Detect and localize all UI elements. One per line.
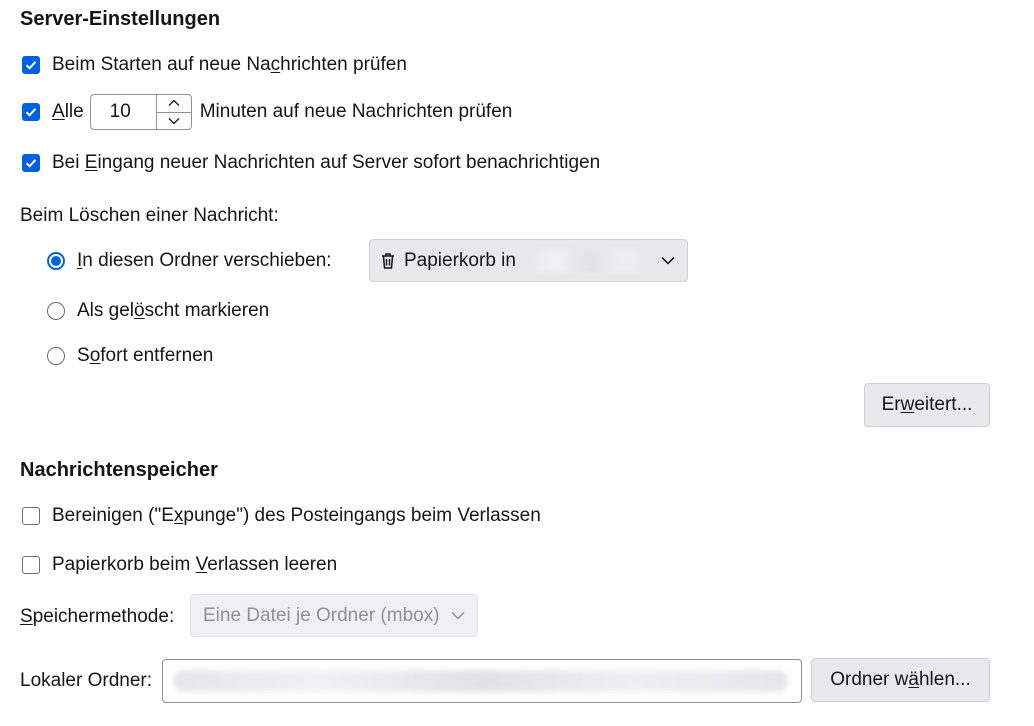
delete-action-label: Beim Löschen einer Nachricht:: [20, 205, 279, 226]
stepper-up-button[interactable]: [157, 95, 191, 112]
trash-folder-label: Papierkorb in: [404, 249, 516, 271]
local-folder-label: Lokaler Ordner:: [20, 670, 153, 691]
radio-remove-immediately[interactable]: Sofort entfernen: [47, 345, 213, 367]
radio-move-to-folder[interactable]: In diesen Ordner verschieben:: [47, 250, 332, 272]
notify-label: Bei Eingang neuer Nachrichten auf Server…: [52, 152, 601, 173]
advanced-button-label: Erweitert...: [881, 394, 973, 415]
checkmark-icon: [25, 159, 37, 168]
trash-icon: [382, 252, 394, 269]
radio-remove-label: Sofort entfernen: [77, 345, 214, 366]
stepper-down-button[interactable]: [156, 111, 191, 130]
storage-method-label: Speichermethode:: [20, 606, 175, 627]
empty-trash-row[interactable]: Papierkorb beim Verlassen leeren: [22, 554, 337, 576]
check-every-suffix: Minuten auf neue Nachrichten prüfen: [199, 101, 513, 122]
message-storage-heading: Nachrichtenspeicher: [20, 459, 218, 481]
checkmark-icon: [25, 61, 37, 70]
check-every-label[interactable]: Alle: [52, 101, 84, 123]
trash-folder-select[interactable]: Papierkorb in: [369, 239, 688, 282]
chevron-down-icon: [451, 611, 465, 620]
server-settings-heading: Server-Einstellungen: [20, 8, 221, 30]
check-every-row: Alle 10 Minuten auf neue Nachrichten prü…: [22, 94, 512, 130]
radio-mark-deleted[interactable]: Als gelöscht markieren: [47, 300, 269, 322]
redacted-folder-path: [173, 670, 788, 692]
radio-move-button[interactable]: [47, 252, 65, 270]
storage-method-select: Eine Datei je Ordner (mbox): [190, 594, 478, 637]
chevron-up-icon: [168, 99, 180, 107]
chevron-down-icon: [661, 256, 675, 265]
choose-folder-button-label: Ordner wählen...: [830, 669, 971, 690]
expunge-checkbox[interactable]: [22, 507, 40, 525]
checkmark-icon: [25, 108, 37, 117]
check-on-start-label: Beim Starten auf neue Nachrichten prüfen: [52, 54, 407, 75]
minutes-stepper[interactable]: 10: [89, 94, 192, 130]
radio-move-label: In diesen Ordner verschieben:: [77, 250, 332, 271]
radio-mark-deleted-button[interactable]: [47, 302, 65, 320]
chevron-down-icon: [168, 117, 180, 125]
minutes-value[interactable]: 10: [91, 95, 156, 129]
choose-folder-button[interactable]: Ordner wählen...: [811, 658, 990, 702]
radio-remove-button[interactable]: [47, 347, 65, 365]
empty-trash-label: Papierkorb beim Verlassen leeren: [52, 554, 338, 575]
empty-trash-checkbox[interactable]: [22, 556, 40, 574]
expunge-label: Bereinigen ("Expunge") des Posteingangs …: [52, 505, 541, 526]
radio-mark-deleted-label: Als gelöscht markieren: [77, 300, 270, 321]
check-on-start-checkbox[interactable]: [22, 56, 40, 74]
storage-method-value: Eine Datei je Ordner (mbox): [203, 604, 440, 626]
redacted-account-name: [521, 249, 657, 272]
notify-row[interactable]: Bei Eingang neuer Nachrichten auf Server…: [22, 152, 600, 174]
notify-checkbox[interactable]: [22, 154, 40, 172]
check-on-start-row[interactable]: Beim Starten auf neue Nachrichten prüfen: [22, 54, 407, 76]
check-every-checkbox[interactable]: [22, 103, 40, 121]
advanced-button[interactable]: Erweitert...: [864, 383, 990, 427]
expunge-row[interactable]: Bereinigen ("Expunge") des Posteingangs …: [22, 505, 541, 527]
local-folder-input[interactable]: [162, 659, 802, 703]
